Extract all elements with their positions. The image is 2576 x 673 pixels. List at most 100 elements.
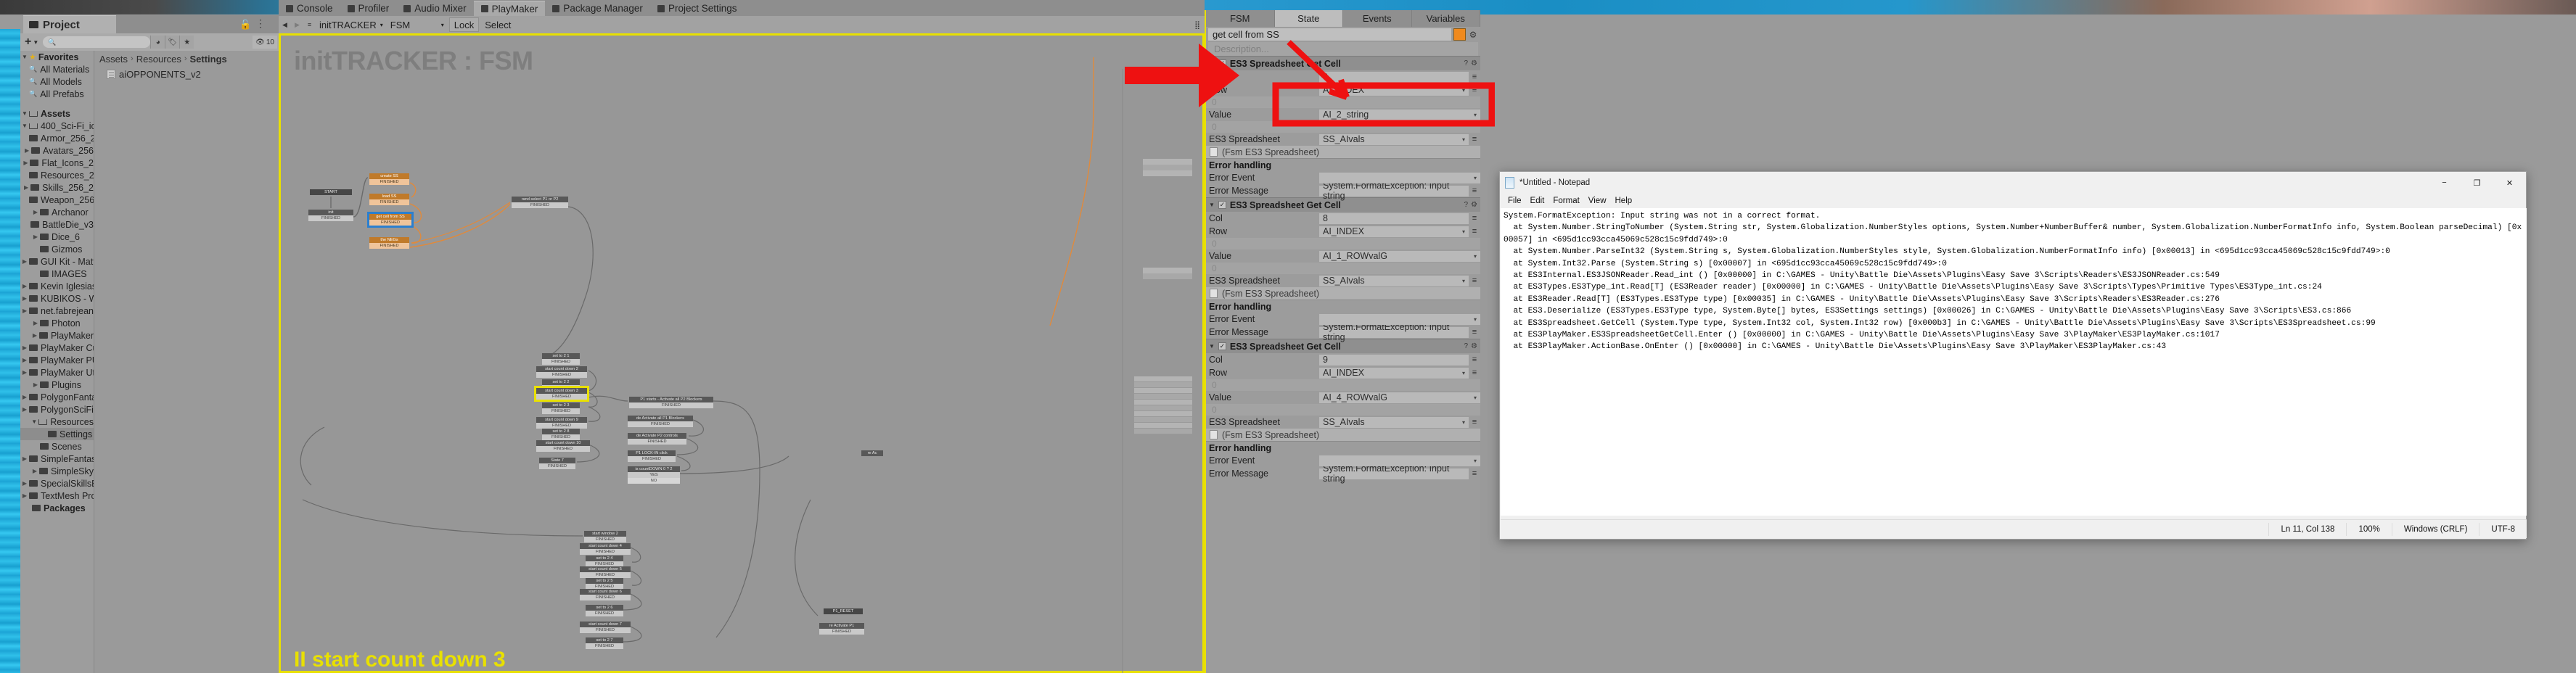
fsm-tab-events[interactable]: Events [1343, 10, 1412, 27]
tab-package-manager[interactable]: Package Manager [545, 1, 650, 16]
error-message-value[interactable]: System.FormatException: Input string [1319, 463, 1469, 484]
action-field-row[interactable]: Row AI_INDEX≡ [1206, 366, 1480, 379]
fsm-node[interactable]: start count down 5 FINISHED [580, 566, 631, 578]
notepad-window[interactable]: *Untitled - Notepad − ❐ ✕ File Edit Format… [1499, 171, 2527, 540]
fsm-node-event[interactable]: FINISHED [536, 394, 587, 400]
fsm-node[interactable]: set to 2 8 FINISHED [542, 429, 580, 440]
chevron-right-icon[interactable]: ▶ [31, 209, 40, 215]
action-field-error-event[interactable]: Error Event [1206, 171, 1480, 184]
panel-menu-icon[interactable]: ⋮ [255, 17, 266, 30]
help-icon[interactable]: ? [1464, 59, 1468, 67]
fsm-node-event[interactable]: FINISHED [586, 643, 623, 649]
fsm-node-event[interactable]: FINISHED [369, 179, 409, 185]
search-input[interactable]: 🔍 [43, 36, 151, 48]
fsm-tab-state[interactable]: State [1274, 10, 1343, 27]
breadcrumb-item[interactable]: Resources [136, 54, 181, 65]
help-icon[interactable]: ? [1464, 342, 1468, 350]
chevron-down-icon[interactable]: ▼ [20, 123, 29, 129]
fsm-node-event[interactable]: FINISHED [539, 463, 575, 469]
gear-icon[interactable]: ⚙ [1471, 342, 1477, 350]
fsm-node[interactable]: start count down 4 FINISHED [580, 543, 631, 555]
fsm-node[interactable]: de Activate all P1 Blockers FINISHED [628, 416, 693, 427]
tree-row[interactable]: ▶ GUI Kit - Matt [20, 255, 94, 268]
tree-row[interactable]: ▶ Avatars_256 [20, 144, 94, 157]
chevron-right-icon[interactable]: ▶ [31, 234, 40, 240]
col-value[interactable]: 8 [1319, 212, 1469, 224]
variable-menu-icon[interactable]: ≡ [1469, 86, 1480, 94]
notepad-titlebar[interactable]: *Untitled - Notepad − ❐ ✕ [1500, 172, 2526, 194]
fsm-node-event[interactable]: FINISHED [512, 202, 568, 208]
fsm-node[interactable]: START [310, 189, 352, 195]
fsm-node[interactable]: set to 2 3 FINISHED [542, 402, 580, 414]
gear-icon[interactable]: ⚙ [1468, 30, 1478, 40]
error-event-value[interactable] [1319, 455, 1480, 466]
select-button[interactable]: Select [480, 17, 515, 32]
chevron-right-icon[interactable]: ▶ [20, 455, 29, 462]
project-tree[interactable]: ▼ ★ Favorites 🔍 All Materials 🔍 All Models 🔍 All… [20, 51, 94, 673]
fsm-node[interactable]: start count down 3 FINISHED [534, 386, 589, 402]
fsm-node-event[interactable]: FINISHED [369, 243, 409, 249]
chevron-right-icon[interactable]: ▶ [20, 344, 29, 351]
chevron-right-icon[interactable]: ▶ [20, 394, 29, 400]
chevron-down-icon[interactable]: ▼ [20, 110, 29, 117]
variable-menu-icon[interactable]: ≡ [1469, 328, 1480, 336]
row-value[interactable]: AI_INDEX [1319, 226, 1469, 237]
variable-menu-icon[interactable]: ≡ [1469, 186, 1480, 195]
tree-row[interactable]: ▶ Kevin Iglesias [20, 280, 94, 292]
tree-row[interactable]: ▶ TextMesh Pro [20, 490, 94, 502]
fsm-action[interactable]: ▼ ✓ ES3 Spreadsheet Get Cell? ⚙ Col 0 ≡ Row AI_I… [1206, 56, 1480, 201]
gameobject-dropdown[interactable]: initTRACKER ▾ [316, 17, 387, 32]
fsm-inspector-tabs[interactable]: FSM State Events Variables [1206, 10, 1480, 27]
breadcrumb-item[interactable]: Settings [190, 54, 227, 65]
action-field-col[interactable]: Col 9 ≡ [1206, 353, 1480, 366]
fsm-node[interactable]: re Ac [861, 450, 883, 456]
fsm-node-event[interactable]: FINISHED [629, 402, 713, 408]
spreadsheet-value[interactable]: SS_AIvals [1319, 275, 1469, 286]
chevron-down-icon[interactable]: ▼ [1209, 202, 1215, 208]
fsm-node-event[interactable]: NO [628, 478, 680, 484]
state-name-input[interactable]: get cell from SS [1208, 28, 1451, 41]
breadcrumb[interactable]: Assets › Resources › Settings [95, 51, 279, 67]
maximize-button[interactable]: ❐ [2461, 172, 2493, 194]
spreadsheet-value[interactable]: SS_AIvals [1319, 133, 1469, 145]
fsm-node[interactable]: load SS FINISHED [369, 194, 409, 205]
action-field-spreadsheet[interactable]: ES3 Spreadsheet SS_AIvals≡ [1206, 274, 1480, 287]
add-asset-button[interactable]: + [25, 36, 31, 49]
value-value[interactable]: AI_1_ROWvalG [1319, 250, 1480, 262]
fsm-node-event[interactable]: FINISHED [628, 421, 693, 427]
fsm-action-list[interactable]: ▼ ✓ ES3 Spreadsheet Get Cell? ⚙ Col 0 ≡ Row AI_I… [1206, 56, 1480, 484]
action-enabled-checkbox[interactable]: ✓ [1218, 342, 1226, 350]
fsm-node-event[interactable]: FINISHED [580, 549, 631, 555]
tree-row[interactable]: ▶ SimpleSky [20, 465, 94, 477]
tree-row[interactable]: ▼ ★ Favorites [20, 51, 94, 63]
fsm-node-event[interactable]: FINISHED [542, 434, 580, 440]
chevron-right-icon[interactable]: ▶ [21, 160, 30, 166]
tab-profiler[interactable]: Profiler [340, 1, 397, 16]
action-field-spreadsheet[interactable]: ES3 Spreadsheet SS_AIvals≡ [1206, 416, 1480, 429]
chevron-right-icon[interactable]: ▶ [22, 147, 31, 154]
tree-row[interactable]: ▶ Archanor [20, 206, 94, 218]
fsm-node-event[interactable]: FINISHED [542, 408, 580, 414]
fsm-node[interactable]: de Activate P2 controls FINISHED [628, 433, 686, 445]
fsm-node-event[interactable]: FINISHED [542, 359, 580, 365]
fsm-node[interactable]: rand select P1 or P2 FINISHED [512, 197, 568, 208]
fsm-node[interactable]: set to 2 4 FINISHED [586, 556, 623, 567]
chevron-down-icon[interactable]: ▼ [1209, 343, 1215, 350]
fsm-node[interactable]: P1 LOCK-IN click FINISHED [628, 450, 676, 462]
menu-icon[interactable]: ≡ [303, 17, 316, 32]
action-field-error-message[interactable]: Error Message System.FormatException: Inp… [1206, 322, 1480, 342]
notepad-menu-edit[interactable]: Edit [1526, 197, 1549, 205]
chevron-down-icon[interactable]: ▼ [30, 418, 38, 425]
fsm-node[interactable]: State 7 FINISHED [539, 458, 575, 469]
action-field-row[interactable]: Row AI_INDEX≡ [1206, 83, 1480, 96]
chevron-right-icon[interactable]: ▶ [20, 295, 29, 302]
tree-row[interactable]: Resources_2 [20, 169, 94, 181]
tree-row[interactable]: ▶ Plugins [20, 379, 94, 391]
chevron-right-icon[interactable]: ▶ [20, 258, 29, 265]
fsm-node[interactable]: P1_RESET [824, 608, 863, 614]
tab-audio-mixer[interactable]: Audio Mixer [396, 1, 473, 16]
tree-row[interactable]: Scenes [20, 440, 94, 453]
chevron-right-icon[interactable]: ▶ [22, 184, 30, 191]
fsm-node-event[interactable]: FINISHED [369, 220, 411, 226]
fsm-node[interactable]: set to 2 1 FINISHED [542, 353, 580, 365]
